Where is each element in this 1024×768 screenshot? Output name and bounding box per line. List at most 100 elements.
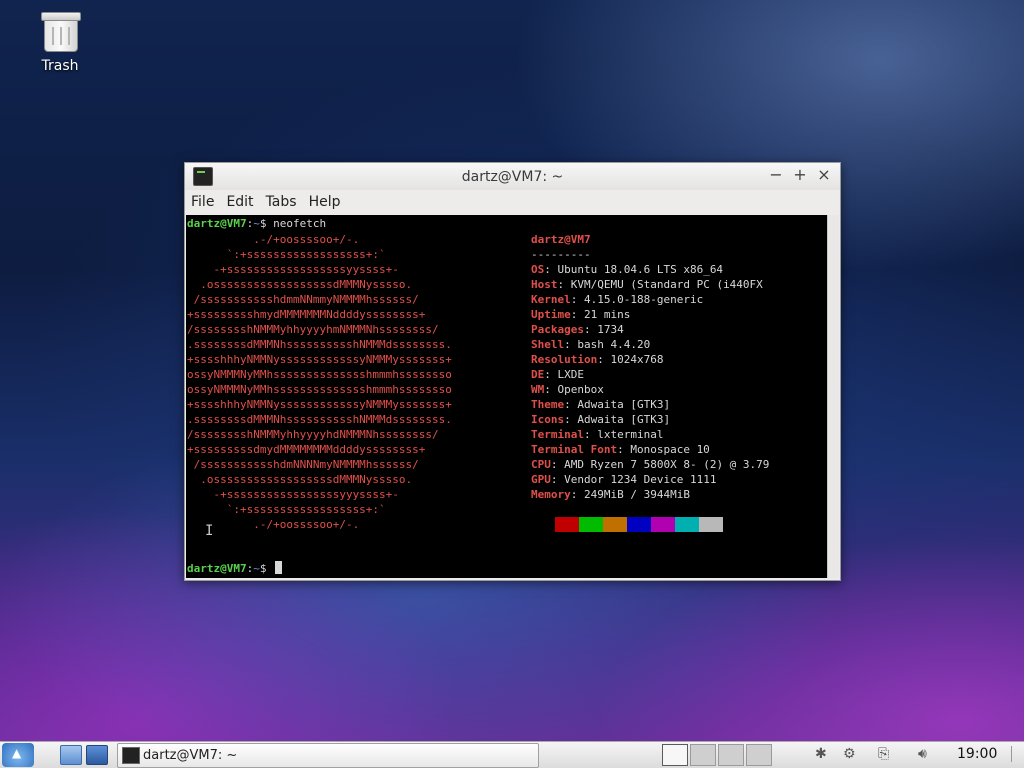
terminal-output[interactable]: dartz@VM7:~$ neofetch .-/+oossssoo+/-. `… (186, 215, 827, 578)
palette-swatch (675, 517, 699, 532)
show-desktop-icon[interactable] (86, 745, 108, 765)
close-button[interactable]: × (816, 166, 832, 184)
ascii-logo-line: /sssssssshNMMMyhhyyyyhmNMMMNhssssssss/ (187, 323, 439, 336)
network-icon[interactable]: ⎘ (878, 746, 889, 762)
terminal-scrollbar[interactable] (827, 215, 839, 578)
desktop-pager-item[interactable] (662, 744, 688, 766)
desktop-icon-label: Trash (41, 58, 79, 74)
trash-icon (41, 10, 81, 52)
info-row: Packages: 1734 (531, 322, 624, 337)
info-value: : 249MiB / 3944MiB (570, 488, 690, 501)
info-row: Resolution: 1024x768 (531, 352, 663, 367)
info-value: : Openbox (544, 383, 604, 396)
info-key: Resolution (531, 353, 598, 366)
info-key: CPU (531, 458, 551, 471)
bluetooth-icon[interactable]: ✱ (815, 746, 827, 762)
ascii-logo-line: /ssssssssssshdmmNNmmyNMMMMhssssss/ (187, 293, 419, 306)
info-key: Memory (531, 488, 571, 501)
info-value: : 4.15.0-188-generic (570, 293, 704, 306)
info-row: Theme: Adwaita [GTK3] (531, 397, 670, 412)
info-row: Terminal Font: Monospace 10 (531, 442, 710, 457)
minimize-button[interactable]: − (768, 166, 784, 184)
info-row: CPU: AMD Ryzen 7 5800X 8- (2) @ 3.79 (531, 457, 769, 472)
info-row: DE: LXDE (531, 367, 584, 382)
info-key: GPU (531, 473, 551, 486)
desktop-pager (662, 744, 774, 766)
window-titlebar[interactable]: dartz@VM7: ~ − + × (185, 163, 840, 190)
info-value: : 1024x768 (597, 353, 664, 366)
prompt-line: dartz@VM7:~$ (187, 561, 283, 576)
taskbar-edge (1011, 746, 1020, 762)
desktop-icon-trash[interactable]: Trash (22, 10, 98, 74)
maximize-button[interactable]: + (792, 166, 808, 184)
ascii-logo-line: ossyNMMMNyMMhsssssssssssssshmmmhssssssso (187, 383, 452, 396)
menu-bar: File Edit Tabs Help (185, 190, 840, 214)
clock[interactable]: 19:00 (957, 746, 997, 762)
file-manager-icon[interactable] (60, 745, 82, 765)
ascii-logo-line: +sssshhhyNMMNyssssssssssssyNMMMysssssss+ (187, 353, 452, 366)
command-text: neofetch (273, 217, 327, 230)
ascii-logo-line: .ssssssssdMMMNhsssssssssshNMMMdssssssss. (187, 338, 452, 351)
info-value: : Adwaita [GTK3] (564, 413, 671, 426)
info-value: : Vendor 1234 Device 1111 (550, 473, 717, 486)
info-value: : KVM/QEMU (Standard PC (i440FX (557, 278, 763, 291)
menu-help[interactable]: Help (309, 194, 341, 210)
desktop-pager-item[interactable] (718, 744, 744, 766)
start-menu-button[interactable] (2, 743, 34, 767)
ascii-logo-line: .-/+oossssoo+/-. (187, 233, 360, 246)
desktop-pager-item[interactable] (690, 744, 716, 766)
info-value: : lxterminal (583, 428, 664, 441)
taskbar-task-terminal[interactable]: dartz@VM7: ~ (117, 743, 539, 768)
ascii-logo-line: ossyNMMMNyMMhsssssssssssssshmmmhssssssso (187, 368, 452, 381)
info-key: Terminal Font (531, 443, 618, 456)
info-row: OS: Ubuntu 18.04.6 LTS x86_64 (531, 262, 723, 277)
menu-tabs[interactable]: Tabs (266, 194, 297, 210)
info-key: WM (531, 383, 545, 396)
info-value: : bash 4.4.20 (564, 338, 651, 351)
palette-swatch (603, 517, 627, 532)
info-value: : Ubuntu 18.04.6 LTS x86_64 (544, 263, 724, 276)
volume-icon[interactable]: 🔊︎ (918, 746, 927, 762)
info-row: Kernel: 4.15.0-188-generic (531, 292, 703, 307)
ascii-logo-line: /sssssssshNMMMyhhyyyyhdNMMMNhssssssss/ (187, 428, 439, 441)
info-key: Packages (531, 323, 584, 336)
info-key: Terminal (531, 428, 584, 441)
task-label: dartz@VM7: ~ (143, 748, 238, 763)
palette-swatch (627, 517, 651, 532)
palette-swatch (579, 517, 603, 532)
ascii-logo-line: .ossssssssssssssssssdMMMNysssso. (187, 278, 413, 291)
info-row: Terminal: lxterminal (531, 427, 663, 442)
terminal-app-icon (122, 747, 140, 764)
update-icon[interactable]: ⚙ (843, 746, 856, 762)
color-palette (555, 517, 723, 532)
ascii-logo-line: -+ssssssssssssssssssyyssss+- (187, 263, 399, 276)
info-key: Shell (531, 338, 565, 351)
ascii-logo-line: -+sssssssssssssssssyyyssss+- (187, 488, 399, 501)
info-key: Host (531, 278, 558, 291)
info-row: Host: KVM/QEMU (Standard PC (i440FX (531, 277, 763, 292)
menu-file[interactable]: File (191, 194, 214, 210)
info-value: : AMD Ryzen 7 5800X 8- (2) @ 3.79 (550, 458, 770, 471)
info-key: OS (531, 263, 545, 276)
text-cursor-icon: I (205, 523, 214, 539)
palette-swatch (651, 517, 675, 532)
taskbar: dartz@VM7: ~ ✱ ⚙ ⎘ 🔊︎ 19:00 (0, 741, 1024, 768)
info-key: Kernel (531, 293, 571, 306)
ascii-logo-line: +sssshhhyNMMNyssssssssssssyNMMMysssssss+ (187, 398, 452, 411)
info-separator: --------- (531, 248, 591, 261)
info-row: Uptime: 21 mins (531, 307, 630, 322)
terminal-cursor (275, 561, 283, 574)
ascii-logo-line: `:+ssssssssssssssssss+:` (187, 503, 386, 516)
desktop-pager-item[interactable] (746, 744, 772, 766)
ascii-logo-line: +ssssssssshmydMMMMMMMNddddyssssssss+ (187, 308, 426, 321)
palette-swatch (699, 517, 723, 532)
info-row: Icons: Adwaita [GTK3] (531, 412, 670, 427)
info-header: dartz@VM7 (531, 233, 591, 246)
ascii-logo-line: +sssssssssdmydMMMMMMMMddddyssssssss+ (187, 443, 426, 456)
info-value: : Adwaita [GTK3] (564, 398, 671, 411)
info-value: : LXDE (544, 368, 584, 381)
info-row: WM: Openbox (531, 382, 604, 397)
command-line: dartz@VM7:~$ neofetch (187, 217, 327, 230)
menu-edit[interactable]: Edit (226, 194, 253, 210)
ascii-logo-line: .ssssssssdMMMNhsssssssssshNMMMdssssssss. (187, 413, 452, 426)
